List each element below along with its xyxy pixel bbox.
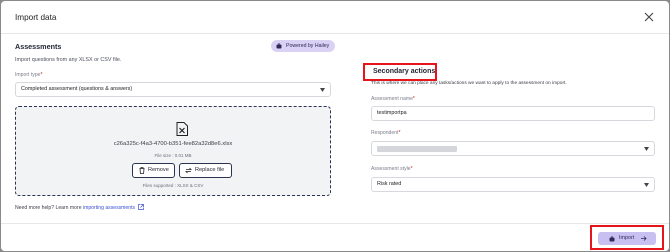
dialog-body: Assessments Powered by Hailey Import que… (1, 34, 669, 223)
dialog-title: Import data (15, 13, 57, 22)
assessment-style-value: Risk rated (377, 181, 402, 187)
import-type-select[interactable]: Completed assessment (questions & answer… (15, 82, 331, 97)
swap-icon (185, 167, 192, 174)
trash-icon (139, 167, 145, 174)
respondent-select[interactable] (371, 141, 655, 156)
assessments-title: Assessments (15, 42, 62, 51)
chevron-down-icon (644, 183, 649, 187)
chevron-down-icon (320, 88, 325, 92)
help-text: Need more help? Learn more importing ass… (15, 204, 145, 211)
file-size: File size : 0.01 MB (154, 153, 192, 158)
arrow-right-icon (641, 236, 647, 241)
secondary-actions-title: Secondary actions (373, 68, 436, 75)
secondary-actions-description: This is where we can place any tasks/act… (371, 81, 567, 86)
close-icon[interactable] (643, 11, 655, 23)
import-label: Import (619, 235, 635, 241)
external-link-icon[interactable] (138, 204, 145, 210)
import-type-value: Completed assessment (questions & answer… (21, 86, 133, 92)
remove-button[interactable]: Remove (132, 163, 175, 178)
import-icon (609, 235, 615, 241)
importing-assessments-link[interactable]: importing assessments (83, 205, 135, 211)
file-dropzone[interactable]: c26a325c-f4a3-4700-b351-fee82a32d8e6.xls… (15, 106, 331, 196)
replace-file-label: Replace file (195, 167, 225, 173)
import-type-label: Import type* (15, 72, 43, 78)
remove-label: Remove (148, 167, 169, 173)
import-data-dialog: Import data Assessments Powered by Haile… (1, 1, 669, 251)
dialog-header: Import data (1, 1, 669, 34)
replace-file-button[interactable]: Replace file (179, 163, 232, 178)
xlsx-file-icon (176, 122, 188, 136)
dialog-footer: Import (1, 223, 669, 251)
assessment-name-label: Assessment name* (371, 96, 415, 102)
hailey-icon (276, 43, 282, 49)
import-button[interactable]: Import (598, 232, 656, 245)
secondary-actions-panel: Secondary actions This is where we can p… (363, 34, 657, 223)
file-name: c26a325c-f4a3-4700-b351-fee82a32d8e6.xls… (113, 141, 233, 147)
assessment-name-value: testimportpa (377, 110, 407, 116)
files-supported: Files supported : XLSX & CSV (142, 183, 204, 188)
assessment-style-label: Assessment style* (371, 166, 413, 172)
assessments-subtitle: Import questions from any XLSX or CSV fi… (15, 57, 122, 63)
hailey-badge-label: Powered by Hailey (286, 43, 330, 49)
assessment-name-input[interactable]: testimportpa (371, 106, 655, 121)
powered-by-hailey-badge: Powered by Hailey (271, 40, 336, 52)
respondent-redacted-value (377, 146, 457, 152)
assessment-style-select[interactable]: Risk rated (371, 177, 655, 192)
help-prefix: Need more help? Learn more (15, 205, 82, 211)
respondent-label: Respondent* (371, 130, 401, 136)
chevron-down-icon (644, 147, 649, 151)
assessments-panel: Assessments Powered by Hailey Import que… (15, 34, 336, 223)
